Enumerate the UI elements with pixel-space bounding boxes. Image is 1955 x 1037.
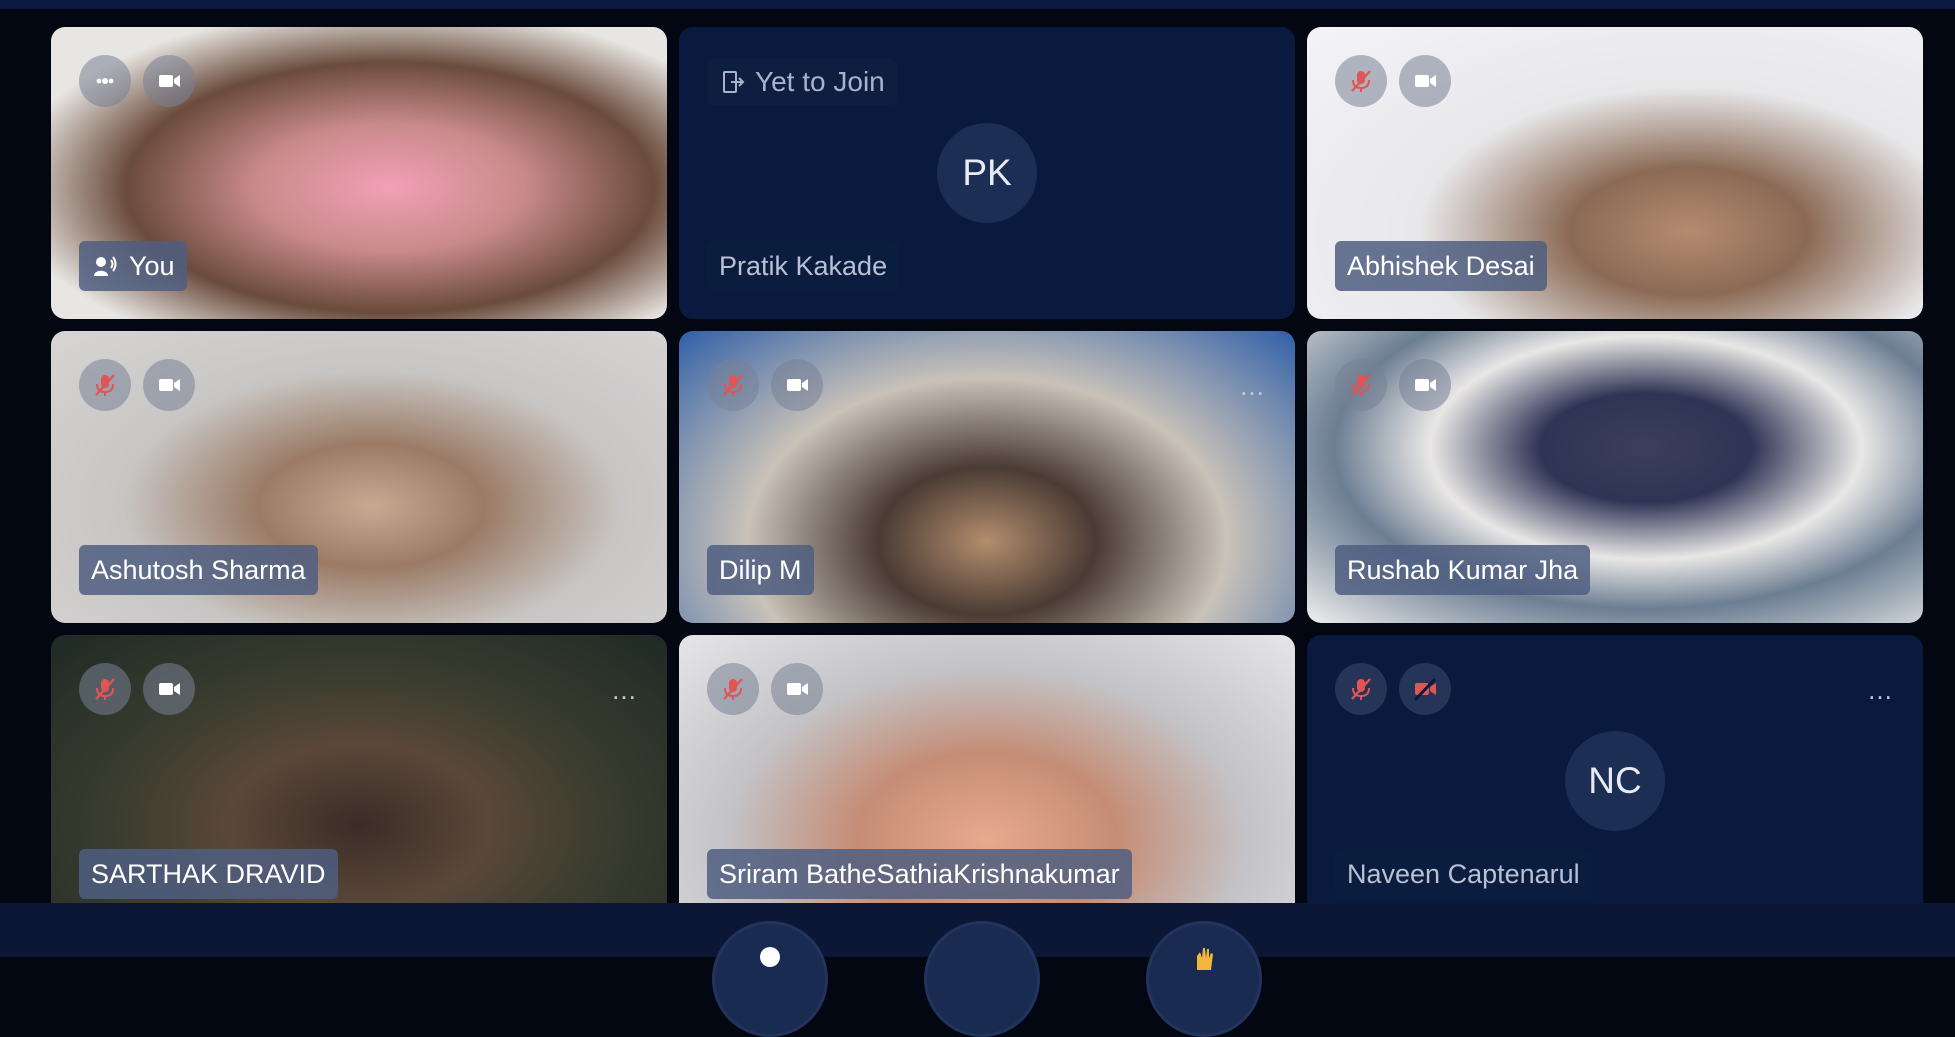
participant-name-tag: Naveen Captenarul (1335, 849, 1592, 899)
camera-icon[interactable] (771, 663, 823, 715)
more-options-icon[interactable]: … (611, 373, 639, 399)
participant-name-tag: Rushab Kumar Jha (1335, 545, 1591, 595)
mic-muted-icon[interactable] (707, 663, 759, 715)
bottom-control-bar (0, 903, 1955, 1037)
participant-tile-dilip-m[interactable]: … Dilip M (679, 331, 1295, 623)
tile-controls (79, 359, 195, 411)
camera-icon[interactable] (143, 359, 195, 411)
participant-name-tag: Ashutosh Sharma (79, 545, 318, 595)
participant-tile-ashutosh-sharma[interactable]: … Ashutosh Sharma (51, 331, 667, 623)
mic-control-button[interactable] (712, 921, 828, 1037)
tile-controls (1335, 663, 1451, 715)
speaker-icon (94, 256, 117, 276)
participant-tile-you[interactable]: You (51, 27, 667, 319)
camera-control-button[interactable] (924, 921, 1040, 1037)
avatar: PK (937, 123, 1037, 223)
tile-controls (1335, 359, 1451, 411)
participant-tile-sriram[interactable]: Sriram BatheSathiaKrishnakumar (679, 635, 1295, 927)
participant-name: SARTHAK DRAVID (91, 858, 326, 889)
more-options-icon[interactable]: … (1867, 677, 1895, 703)
door-exit-icon (723, 71, 745, 93)
participant-name-tag: Abhishek Desai (1335, 241, 1547, 291)
participant-name-tag: Pratik Kakade (707, 241, 900, 291)
mic-muted-icon[interactable] (1335, 359, 1387, 411)
mic-muted-icon[interactable] (79, 663, 131, 715)
participant-grid: You Yet to Join PK Pratik Kakade Abhishe… (51, 27, 1923, 927)
participant-tile-naveen-captenarul[interactable]: … NC Naveen Captenarul (1307, 635, 1923, 927)
mic-muted-icon[interactable] (707, 359, 759, 411)
audio-activity-icon[interactable] (79, 55, 131, 107)
participant-name-tag: Dilip M (707, 545, 814, 595)
participant-name: Sriram BatheSathiaKrishnakumar (719, 858, 1120, 889)
mic-muted-icon[interactable] (79, 359, 131, 411)
raise-hand-button[interactable] (1146, 921, 1262, 1037)
more-options-icon[interactable]: … (1239, 373, 1267, 399)
tile-controls (79, 55, 195, 107)
yet-to-join-label: Yet to Join (755, 66, 885, 97)
participant-name: Abhishek Desai (1347, 250, 1535, 281)
participant-name: Naveen Captenarul (1347, 858, 1580, 889)
raise-hand-icon (1197, 948, 1213, 970)
more-options-icon[interactable]: … (611, 677, 639, 703)
top-bar (0, 0, 1955, 9)
camera-icon[interactable] (1399, 55, 1451, 107)
mic-muted-icon[interactable] (1335, 663, 1387, 715)
tile-controls (707, 663, 823, 715)
mic-muted-icon[interactable] (1335, 55, 1387, 107)
tile-controls (1335, 55, 1451, 107)
participant-name: Dilip M (719, 554, 802, 585)
mic-icon (760, 947, 780, 967)
participant-name-tag: SARTHAK DRAVID (79, 849, 338, 899)
camera-icon[interactable] (1399, 359, 1451, 411)
avatar: NC (1565, 731, 1665, 831)
participant-name: You (129, 250, 175, 281)
participant-name: Pratik Kakade (719, 250, 888, 281)
camera-icon[interactable] (143, 55, 195, 107)
camera-icon[interactable] (143, 663, 195, 715)
participant-tile-sarthak-dravid[interactable]: … SARTHAK DRAVID (51, 635, 667, 927)
participant-name: Rushab Kumar Jha (1347, 554, 1579, 585)
participant-name-tag: Sriram BatheSathiaKrishnakumar (707, 849, 1132, 899)
participant-name: Ashutosh Sharma (91, 554, 306, 585)
tile-controls (707, 359, 823, 411)
camera-icon[interactable] (771, 359, 823, 411)
yet-to-join-status: Yet to Join (707, 59, 897, 105)
participant-name-tag: You (79, 241, 187, 291)
participant-tile-abhishek-desai[interactable]: Abhishek Desai (1307, 27, 1923, 319)
tile-controls (79, 663, 195, 715)
camera-off-icon[interactable] (1399, 663, 1451, 715)
participant-tile-rushab-kumar-jha[interactable]: Rushab Kumar Jha (1307, 331, 1923, 623)
participant-tile-pratik-kakade[interactable]: Yet to Join PK Pratik Kakade (679, 27, 1295, 319)
